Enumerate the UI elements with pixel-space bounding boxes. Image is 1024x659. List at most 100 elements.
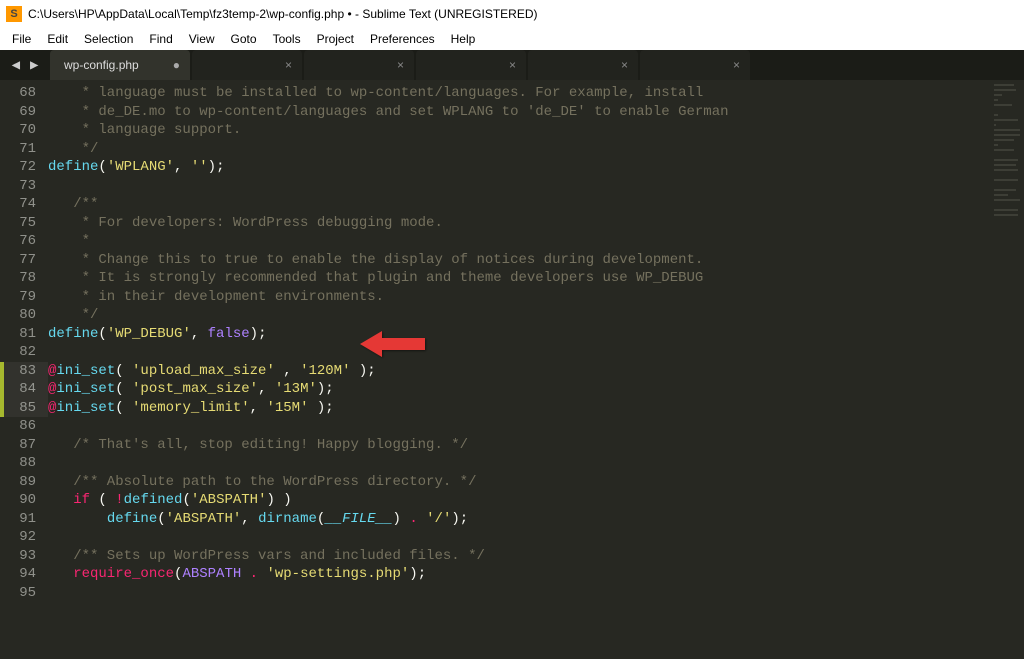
menu-view[interactable]: View: [181, 30, 223, 48]
line-number: 87: [0, 436, 36, 455]
menu-bar: File Edit Selection Find View Goto Tools…: [0, 28, 1024, 50]
close-icon[interactable]: ×: [397, 58, 404, 72]
code-line[interactable]: /**: [48, 195, 1024, 214]
window-title-bar: S C:\Users\HP\AppData\Local\Temp\fz3temp…: [0, 0, 1024, 28]
tab-nav-arrows: ◀ ▶: [0, 50, 50, 80]
line-number: 94: [0, 565, 36, 584]
code-line[interactable]: * It is strongly recommended that plugin…: [48, 269, 1024, 288]
close-icon[interactable]: ×: [285, 58, 292, 72]
close-icon[interactable]: ×: [733, 58, 740, 72]
line-number: 89: [0, 473, 36, 492]
minimap-line: [994, 94, 1002, 96]
line-number: 92: [0, 528, 36, 547]
menu-goto[interactable]: Goto: [223, 30, 265, 48]
code-line[interactable]: @ini_set( 'memory_limit', '15M' );: [48, 399, 1024, 418]
minimap-line: [994, 144, 998, 146]
line-number: 68: [0, 84, 36, 103]
menu-project[interactable]: Project: [309, 30, 362, 48]
tab-label: wp-config.php: [64, 58, 139, 72]
code-line[interactable]: @ini_set( 'post_max_size', '13M');: [48, 380, 1024, 399]
code-line[interactable]: if ( !defined('ABSPATH') ): [48, 491, 1024, 510]
code-line[interactable]: [48, 454, 1024, 473]
tab-nav-back-icon[interactable]: ◀: [12, 57, 20, 74]
line-number: 81: [0, 325, 36, 344]
minimap-line: [994, 189, 1016, 191]
minimap-line: [994, 124, 996, 126]
minimap-line: [994, 104, 1012, 106]
code-line[interactable]: /** Sets up WordPress vars and included …: [48, 547, 1024, 566]
menu-preferences[interactable]: Preferences: [362, 30, 443, 48]
tab-inactive[interactable]: ×: [416, 50, 526, 80]
code-line[interactable]: * in their development environments.: [48, 288, 1024, 307]
line-number: 74: [0, 195, 36, 214]
code-line[interactable]: /* That's all, stop editing! Happy blogg…: [48, 436, 1024, 455]
tab-nav-forward-icon[interactable]: ▶: [30, 57, 38, 74]
minimap-line: [994, 209, 1018, 211]
line-number: 79: [0, 288, 36, 307]
minimap-line: [994, 139, 1014, 141]
line-number: 72: [0, 158, 36, 177]
code-line[interactable]: [48, 177, 1024, 196]
tab-inactive[interactable]: ×: [304, 50, 414, 80]
code-line[interactable]: [48, 528, 1024, 547]
minimap-line: [994, 179, 1018, 181]
line-number: 77: [0, 251, 36, 270]
line-number: 90: [0, 491, 36, 510]
minimap-line: [994, 84, 1014, 86]
minimap-line: [994, 199, 1020, 201]
line-number: 80: [0, 306, 36, 325]
line-number: 71: [0, 140, 36, 159]
line-number: 82: [0, 343, 36, 362]
minimap-line: [994, 164, 1016, 166]
tab-inactive[interactable]: ×: [640, 50, 750, 80]
code-pane[interactable]: * language must be installed to wp-conte…: [48, 80, 1024, 659]
code-line[interactable]: *: [48, 232, 1024, 251]
code-line[interactable]: * For developers: WordPress debugging mo…: [48, 214, 1024, 233]
code-line[interactable]: @ini_set( 'upload_max_size' , '120M' );: [48, 362, 1024, 381]
minimap-line: [994, 129, 1020, 131]
code-line[interactable]: define('WP_DEBUG', false);: [48, 325, 1024, 344]
menu-help[interactable]: Help: [443, 30, 484, 48]
minimap-line: [994, 149, 1014, 151]
gutter-highlight: [4, 362, 48, 418]
app-icon: S: [6, 6, 22, 22]
code-line[interactable]: */: [48, 140, 1024, 159]
minimap-line: [994, 159, 1018, 161]
line-number: 78: [0, 269, 36, 288]
tab-dirty-dot-icon: ●: [173, 58, 180, 72]
code-line[interactable]: require_once(ABSPATH . 'wp-settings.php'…: [48, 565, 1024, 584]
menu-file[interactable]: File: [4, 30, 39, 48]
tab-bar: ◀ ▶ wp-config.php ● × × × × ×: [0, 50, 1024, 80]
tab-active[interactable]: wp-config.php ●: [50, 50, 190, 80]
code-line[interactable]: /** Absolute path to the WordPress direc…: [48, 473, 1024, 492]
minimap-line: [994, 114, 998, 116]
menu-edit[interactable]: Edit: [39, 30, 76, 48]
minimap-line: [994, 194, 1008, 196]
tab-inactive[interactable]: ×: [192, 50, 302, 80]
line-number: 75: [0, 214, 36, 233]
close-icon[interactable]: ×: [621, 58, 628, 72]
tab-inactive[interactable]: ×: [528, 50, 638, 80]
minimap-line: [994, 169, 1018, 171]
code-line[interactable]: * language support.: [48, 121, 1024, 140]
code-line[interactable]: [48, 584, 1024, 603]
menu-tools[interactable]: Tools: [265, 30, 309, 48]
menu-find[interactable]: Find: [141, 30, 180, 48]
code-line[interactable]: * language must be installed to wp-conte…: [48, 84, 1024, 103]
menu-selection[interactable]: Selection: [76, 30, 141, 48]
code-line[interactable]: * de_DE.mo to wp-content/languages and s…: [48, 103, 1024, 122]
close-icon[interactable]: ×: [509, 58, 516, 72]
code-line[interactable]: */: [48, 306, 1024, 325]
line-number: 70: [0, 121, 36, 140]
minimap-line: [994, 119, 1018, 121]
code-line[interactable]: [48, 417, 1024, 436]
code-line[interactable]: define('ABSPATH', dirname(__FILE__) . '/…: [48, 510, 1024, 529]
editor-area[interactable]: 6869707172737475767778798081828384858687…: [0, 80, 1024, 659]
code-line[interactable]: [48, 343, 1024, 362]
code-line[interactable]: define('WPLANG', '');: [48, 158, 1024, 177]
minimap[interactable]: [994, 80, 1022, 657]
minimap-line: [994, 89, 1016, 91]
code-line[interactable]: * Change this to true to enable the disp…: [48, 251, 1024, 270]
line-number: 95: [0, 584, 36, 603]
line-number: 93: [0, 547, 36, 566]
